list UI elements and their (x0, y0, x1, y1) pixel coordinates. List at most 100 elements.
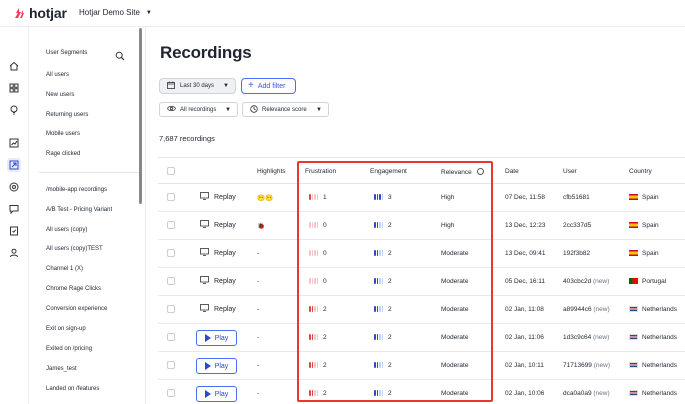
screen-icon (200, 192, 209, 202)
play-label: Play (214, 362, 229, 370)
header-highlights[interactable]: Highlights (257, 168, 286, 175)
target-icon[interactable] (7, 180, 21, 194)
country-name: Spain (642, 194, 659, 201)
user-cell[interactable]: a89944c6 (new) (563, 306, 610, 313)
user-cell[interactable]: dca0a0a9 (new) (563, 390, 610, 397)
sort-select[interactable]: Relevance score ▼ (242, 102, 329, 117)
new-user-tag: (new) (593, 362, 610, 369)
segment-item[interactable]: Exited on /pricing (46, 346, 92, 352)
engagement-score: 2 (388, 278, 392, 285)
engagement-bars (374, 334, 384, 340)
country-cell: Netherlands (629, 306, 677, 313)
play-button[interactable]: Play (196, 358, 237, 374)
segment-item[interactable]: All users (copy) (46, 227, 87, 233)
replay-button[interactable]: Replay (200, 192, 236, 202)
row-checkbox[interactable] (167, 333, 175, 341)
header-country[interactable]: Country (629, 168, 652, 175)
home-icon[interactable] (7, 59, 21, 73)
country-name: Netherlands (642, 334, 678, 341)
row-checkbox[interactable] (167, 277, 175, 285)
row-checkbox[interactable] (167, 389, 175, 397)
user-cell[interactable]: 71713699 (new) (563, 362, 610, 369)
header-date[interactable]: Date (505, 168, 519, 175)
segment-item[interactable]: Channel 1 (X) (46, 266, 83, 272)
recordings-icon[interactable] (7, 158, 21, 172)
chevron-down-icon: ▼ (225, 106, 231, 113)
hotjar-logo[interactable]: hotjar (13, 5, 67, 21)
row-checkbox[interactable] (167, 221, 175, 229)
country-name: Netherlands (642, 306, 678, 313)
replay-button[interactable]: Replay (200, 248, 236, 258)
table-row[interactable]: Replay - 0 2 Moderate 13 Dec, 09:41 192f3b82 S… (158, 240, 685, 268)
user-cell[interactable]: 2cc337d5 (563, 222, 591, 229)
segments-panel: User Segments All users New users Return… (29, 27, 146, 404)
replay-button[interactable]: Replay (200, 276, 236, 286)
screen-icon (200, 276, 209, 286)
table-row[interactable]: Replay - 2 2 Moderate 02 Jan, 11:08 a89944c6 (… (158, 296, 685, 324)
segment-item[interactable]: Exit on sign-up (46, 326, 86, 332)
table-row[interactable]: Replay - 0 2 Moderate 05 Dec, 16:11 403cbc2d (… (158, 268, 685, 296)
date-cell: 13 Dec, 09:41 (505, 250, 546, 257)
user-cell[interactable]: 1d3c9c64 (new) (563, 334, 609, 341)
segment-item[interactable]: All users (copy)TEST (46, 246, 103, 252)
engagement-score: 2 (388, 306, 392, 313)
country-name: Netherlands (642, 362, 678, 369)
table-row[interactable]: Replay 😶😶 1 3 High 07 Dec, 11:58 cfb51681 Spai… (158, 184, 685, 212)
play-icon (204, 362, 211, 370)
date-cell: 07 Dec, 11:58 (505, 194, 545, 201)
row-checkbox[interactable] (167, 249, 175, 257)
segment-item[interactable]: Returning users (46, 112, 88, 118)
segment-item[interactable]: Conversion experience (46, 306, 107, 312)
table-row[interactable]: Play - 2 2 Moderate 02 Jan, 10:11 71713699 (ne… (158, 352, 685, 380)
users-icon[interactable] (7, 246, 21, 260)
table-row[interactable]: Replay 🐞 0 2 High 13 Dec, 12:23 2cc337d5 Spain (158, 212, 685, 240)
segment-item[interactable]: All users (46, 72, 69, 78)
site-selector[interactable]: Hotjar Demo Site ▼ (79, 8, 152, 17)
survey-icon[interactable] (7, 224, 21, 238)
replay-label: Replay (214, 305, 236, 313)
engagement-bars (374, 222, 384, 228)
brand-name: hotjar (29, 5, 67, 21)
select-all-checkbox[interactable] (167, 167, 175, 175)
segment-item[interactable]: Landed on /features (46, 386, 99, 392)
segment-item[interactable]: Chrome Rage Clicks (46, 286, 101, 292)
add-filter-button[interactable]: + Add filter (241, 78, 296, 94)
segment-item[interactable]: /mobile-app recordings (46, 187, 107, 193)
recordings-select[interactable]: All recordings ▼ (159, 102, 238, 117)
replay-button[interactable]: Replay (200, 220, 236, 230)
date-range-button[interactable]: Last 30 days ▼ (159, 78, 236, 94)
user-cell[interactable]: 192f3b82 (563, 250, 590, 257)
relevance-cell: Moderate (441, 334, 469, 341)
header-engagement[interactable]: Engagement (370, 168, 407, 175)
search-icon[interactable] (115, 48, 125, 66)
chart-icon[interactable] (7, 136, 21, 150)
table-row[interactable]: Play - 2 2 Moderate 02 Jan, 10:06 dca0a0a9 (ne… (158, 380, 685, 404)
segments-divider (39, 172, 139, 173)
segments-scrollbar[interactable] (139, 28, 142, 204)
play-button[interactable]: Play (196, 386, 237, 402)
segment-item[interactable]: Rage clicked (46, 151, 80, 157)
dashboard-icon[interactable] (7, 81, 21, 95)
header-relevance[interactable]: Relevance (441, 168, 484, 176)
replay-button[interactable]: Replay (200, 304, 236, 314)
frustration-bars (309, 362, 319, 368)
header-user[interactable]: User (563, 168, 577, 175)
sort-down-icon[interactable] (476, 168, 484, 175)
screen-icon (200, 248, 209, 258)
table-row[interactable]: Play - 2 2 Moderate 02 Jan, 11:06 1d3c9c64 (ne… (158, 324, 685, 352)
icon-rail (0, 27, 29, 404)
lightbulb-icon[interactable] (7, 103, 21, 117)
segment-item[interactable]: Mobile users (46, 131, 80, 137)
segment-item[interactable]: New users (46, 92, 74, 98)
feedback-icon[interactable] (7, 202, 21, 216)
row-checkbox[interactable] (167, 305, 175, 313)
user-cell[interactable]: cfb51681 (563, 194, 590, 201)
row-checkbox[interactable] (167, 193, 175, 201)
row-checkbox[interactable] (167, 361, 175, 369)
flag-icon (629, 222, 638, 228)
play-button[interactable]: Play (196, 330, 237, 346)
segment-item[interactable]: James_test (46, 366, 77, 372)
header-frustration[interactable]: Frustration (305, 168, 336, 175)
segment-item[interactable]: A/B Test - Pricing Variant (46, 207, 112, 213)
user-cell[interactable]: 403cbc2d (new) (563, 278, 609, 285)
